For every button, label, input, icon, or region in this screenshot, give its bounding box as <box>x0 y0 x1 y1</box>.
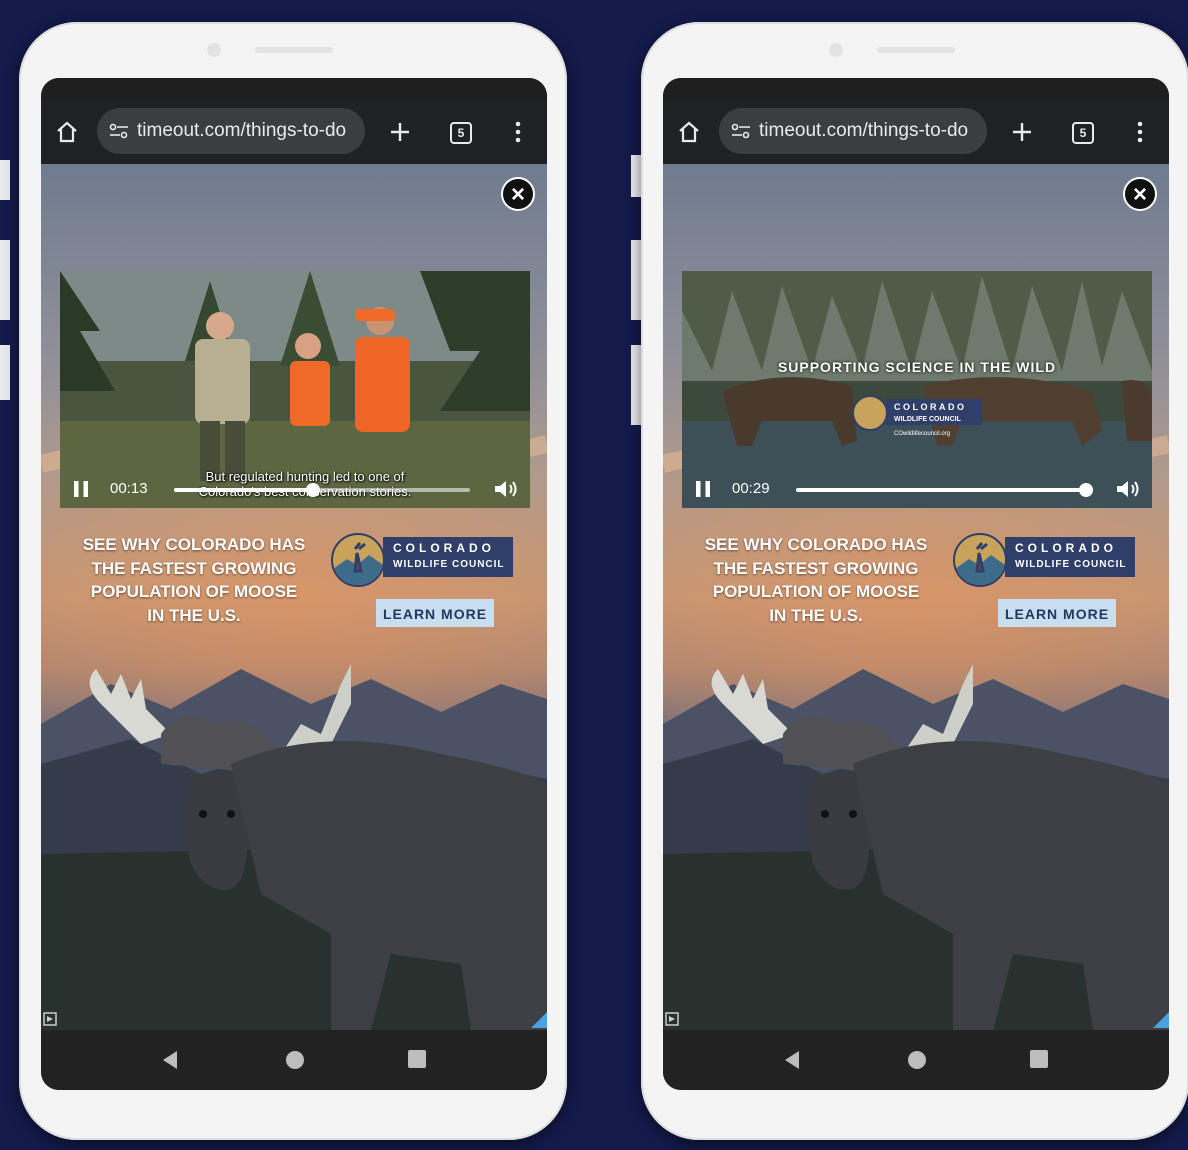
new-tab-icon[interactable] <box>388 120 412 144</box>
tagline-line: THE FASTEST GROWING <box>91 558 297 578</box>
earpiece-speaker <box>877 47 955 53</box>
new-tab-icon[interactable] <box>1010 120 1034 144</box>
android-nav-bar <box>663 1030 1169 1090</box>
recent-apps-icon[interactable] <box>408 1050 426 1068</box>
moose-image <box>711 664 1169 1030</box>
edge-bar <box>0 160 10 200</box>
ad-tagline: SEE WHY COLORADO HAS THE FASTEST GROWING… <box>691 533 941 627</box>
status-bar <box>41 78 547 100</box>
status-bar <box>663 78 1169 100</box>
site-settings-icon[interactable] <box>731 123 751 139</box>
volume-icon[interactable] <box>494 479 520 499</box>
pause-icon[interactable] <box>74 481 88 497</box>
video-council-logo: COLORADO WILDLIFE COUNCIL COwildlifecoun… <box>852 395 982 437</box>
tagline-line: SEE WHY COLORADO HAS <box>82 535 306 554</box>
volume-icon[interactable] <box>1116 479 1142 499</box>
url-text: timeout.com/things-to-do <box>137 120 347 141</box>
tagline-line: THE FASTEST GROWING <box>713 558 919 578</box>
ad-info-icon[interactable] <box>1153 1012 1169 1028</box>
adchoices-icon[interactable] <box>43 1012 57 1026</box>
address-bar[interactable]: timeout.com/things-to-do <box>719 108 987 154</box>
more-menu-icon[interactable] <box>1136 120 1144 144</box>
progress-bar[interactable] <box>174 483 470 497</box>
video-logo-line-1: COLORADO <box>894 402 967 412</box>
edge-bar <box>631 345 641 425</box>
phone-screen: timeout.com/things-to-do 5 × <box>41 78 547 1090</box>
tagline-line: IN THE U.S. <box>769 605 863 625</box>
edge-bar <box>631 240 641 320</box>
learn-more-button[interactable]: LEARN MORE <box>998 599 1116 627</box>
learn-more-button[interactable]: LEARN MORE <box>376 599 494 627</box>
progress-bar[interactable] <box>796 483 1094 497</box>
edge-bar <box>0 345 10 400</box>
tagline-line: IN THE U.S. <box>147 605 241 625</box>
recent-apps-icon[interactable] <box>1030 1050 1048 1068</box>
video-headline: SUPPORTING SCIENCE IN THE WILD <box>777 359 1057 375</box>
tab-switcher-button[interactable]: 5 <box>450 122 472 144</box>
earpiece-speaker <box>255 47 333 53</box>
video-logo-url: COwildlifecouncil.org <box>894 431 950 437</box>
front-camera <box>829 43 843 57</box>
tagline-line: POPULATION OF MOOSE <box>90 582 298 601</box>
progress-scrubber[interactable] <box>306 483 321 497</box>
progress-scrubber[interactable] <box>1079 483 1094 497</box>
logo-line-2: WILDLIFE COUNCIL <box>1015 559 1127 570</box>
tagline-line: POPULATION OF MOOSE <box>712 582 920 601</box>
home-circle-icon[interactable] <box>907 1050 927 1070</box>
interstitial-ad[interactable]: × But regulated hunting led to one of 00… <box>41 164 547 1030</box>
close-ad-button[interactable]: × <box>501 177 535 211</box>
video-player[interactable]: SUPPORTING SCIENCE IN THE WILD COLORADO … <box>682 271 1152 508</box>
logo-text-box: COLORADO WILDLIFE COUNCIL <box>1005 537 1135 577</box>
phone-frame-left: timeout.com/things-to-do 5 × But regulat… <box>19 22 567 1140</box>
logo-text-box: COLORADO WILDLIFE COUNCIL <box>383 537 513 577</box>
moose-image <box>89 664 547 1030</box>
playback-time: 00:13 <box>110 480 148 497</box>
home-circle-icon[interactable] <box>285 1050 305 1070</box>
phone-frame-right: timeout.com/things-to-do 5 × SUPPORTING … <box>641 22 1188 1140</box>
edge-bar <box>0 240 10 320</box>
browser-toolbar: timeout.com/things-to-do 5 <box>41 100 547 164</box>
elk-badge-icon <box>331 533 385 587</box>
video-controls: 00:29 <box>682 468 1152 508</box>
interstitial-ad[interactable]: × SUPPORTING SCIENCE IN THE WILD COLORAD… <box>663 164 1169 1030</box>
video-logo-line-2: WILDLIFE COUNCIL <box>894 416 962 423</box>
home-icon[interactable] <box>677 120 701 144</box>
progress-fill <box>174 488 314 492</box>
tagline-line: SEE WHY COLORADO HAS <box>704 535 928 554</box>
tab-switcher-button[interactable]: 5 <box>1072 122 1094 144</box>
colorado-wildlife-council-logo: COLORADO WILDLIFE COUNCIL <box>953 531 1143 591</box>
android-nav-bar <box>41 1030 547 1090</box>
colorado-wildlife-council-logo: COLORADO WILDLIFE COUNCIL <box>331 531 521 591</box>
logo-line-1: COLORADO <box>1015 541 1117 555</box>
video-player[interactable]: But regulated hunting led to one of Colo… <box>60 271 530 508</box>
progress-fill <box>796 488 1087 492</box>
ad-tagline: SEE WHY COLORADO HAS THE FASTEST GROWING… <box>69 533 319 627</box>
video-controls: 00:13 <box>60 468 530 508</box>
browser-toolbar: timeout.com/things-to-do 5 <box>663 100 1169 164</box>
address-bar[interactable]: timeout.com/things-to-do <box>97 108 365 154</box>
playback-time: 00:29 <box>732 480 770 497</box>
site-settings-icon[interactable] <box>109 123 129 139</box>
more-menu-icon[interactable] <box>514 120 522 144</box>
edge-bar <box>631 155 641 197</box>
url-text: timeout.com/things-to-do <box>759 120 969 141</box>
front-camera <box>207 43 221 57</box>
home-icon[interactable] <box>55 120 79 144</box>
logo-line-2: WILDLIFE COUNCIL <box>393 559 505 570</box>
logo-line-1: COLORADO <box>393 541 495 555</box>
elk-badge-icon <box>953 533 1007 587</box>
back-icon[interactable] <box>160 1050 180 1070</box>
adchoices-icon[interactable] <box>665 1012 679 1026</box>
ad-info-icon[interactable] <box>531 1012 547 1028</box>
pause-icon[interactable] <box>696 481 710 497</box>
back-icon[interactable] <box>782 1050 802 1070</box>
close-ad-button[interactable]: × <box>1123 177 1157 211</box>
phone-screen: timeout.com/things-to-do 5 × <box>663 78 1169 1090</box>
